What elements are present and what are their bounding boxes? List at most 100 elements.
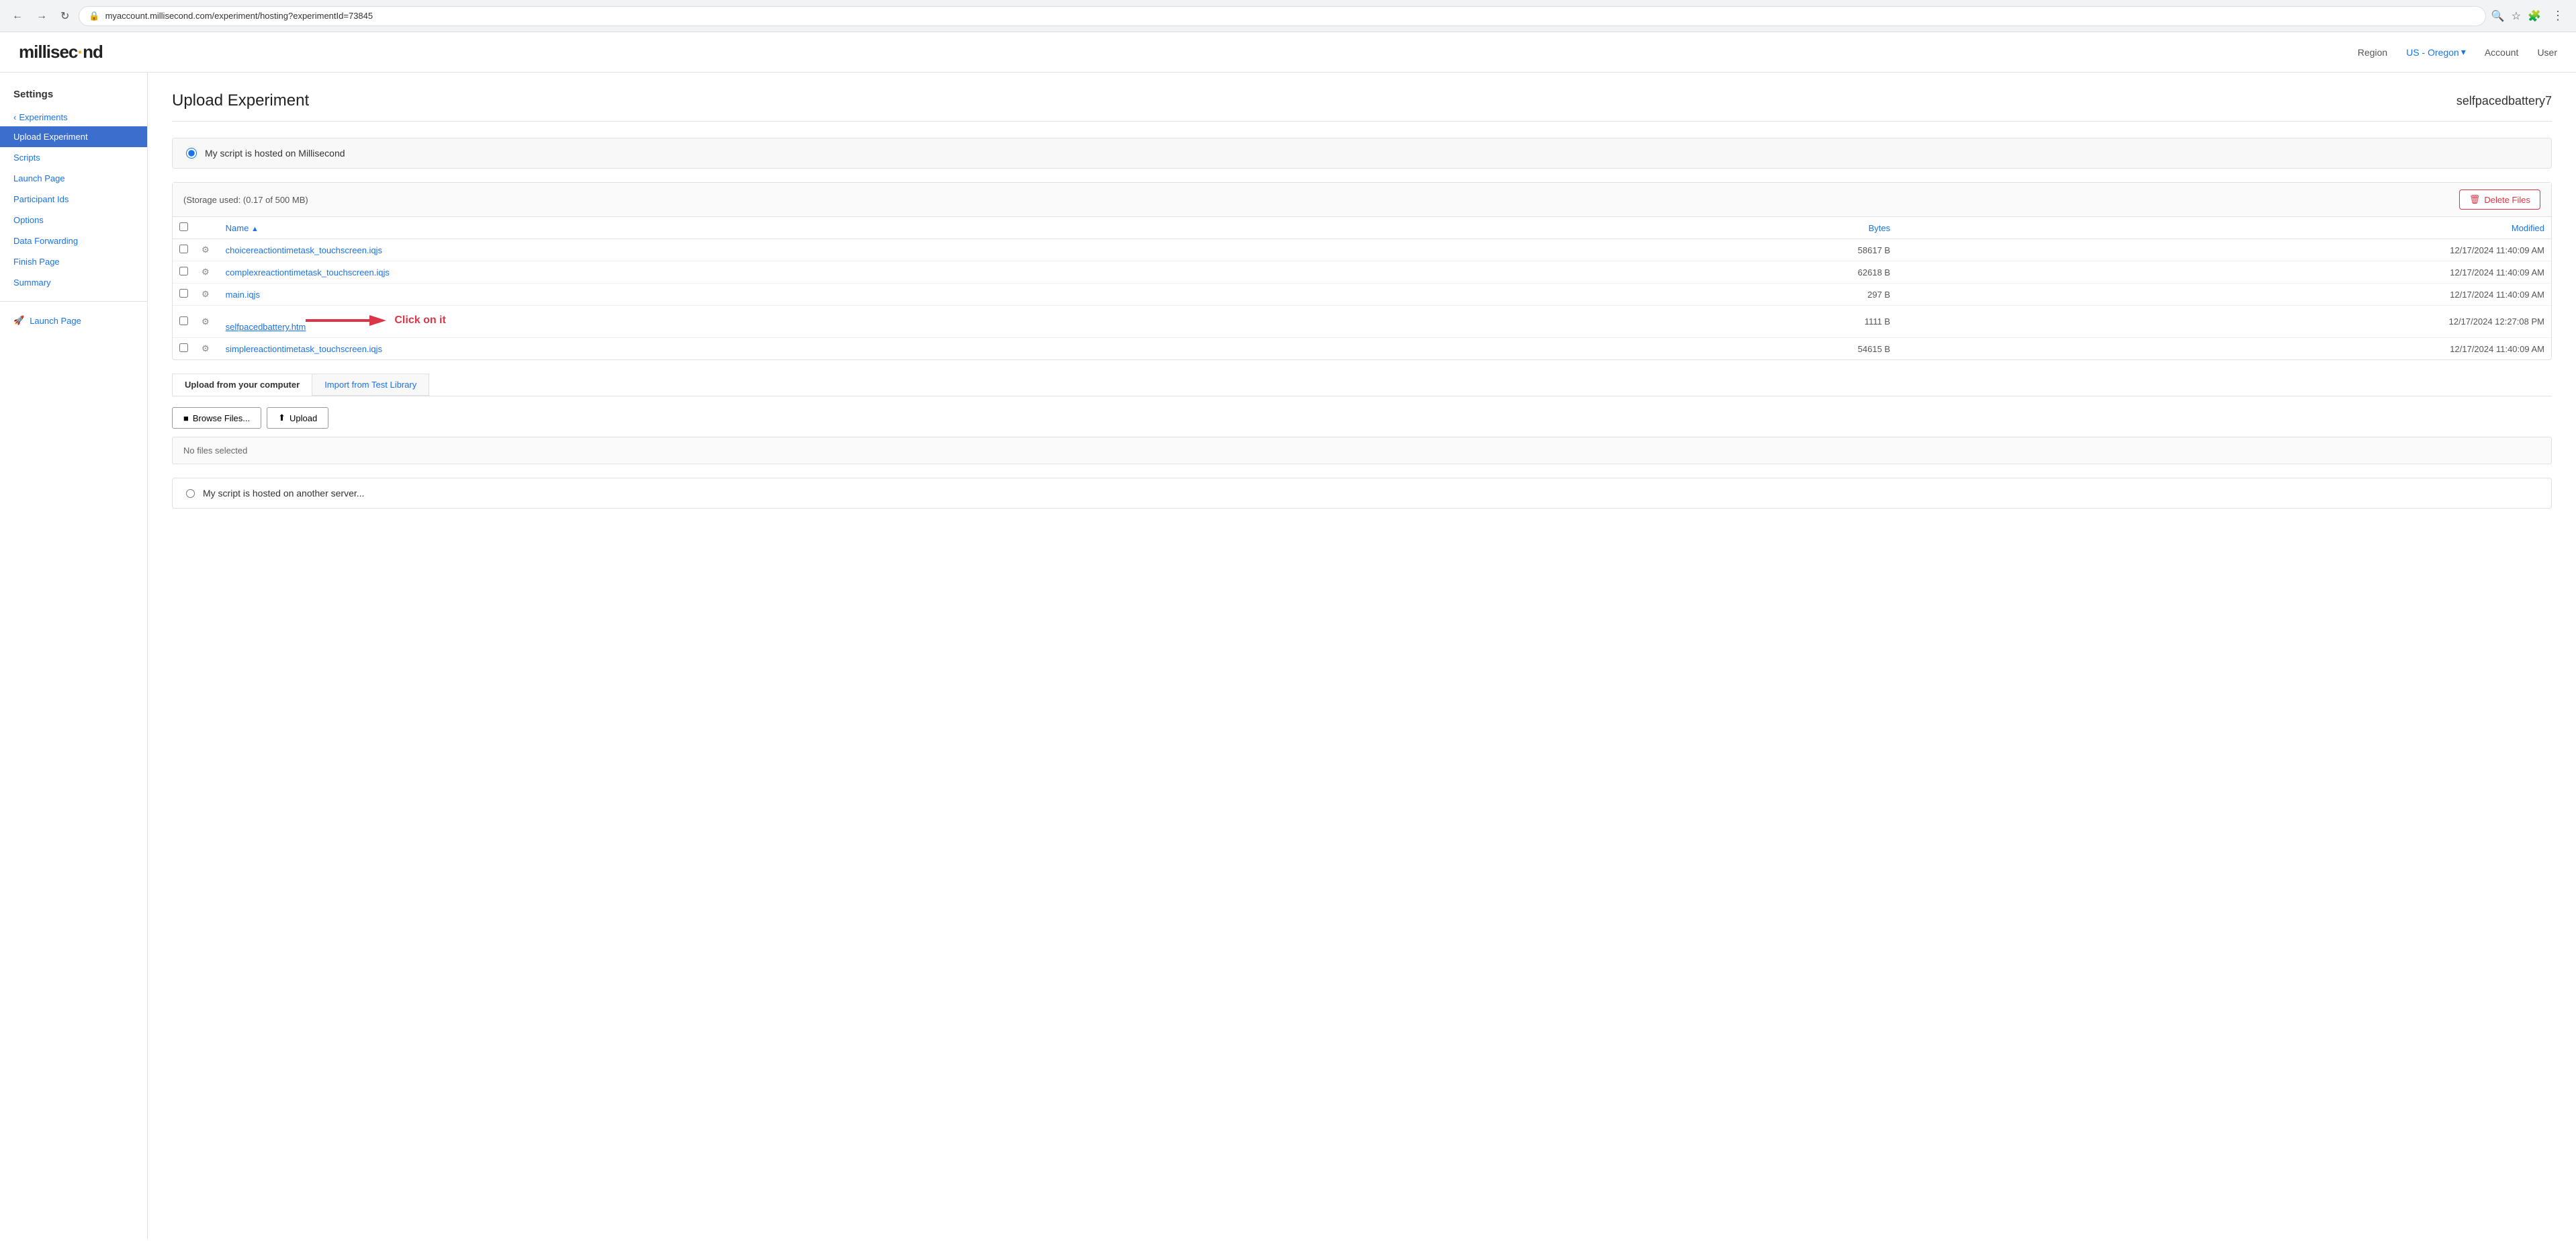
browser-chrome: ← → ↻ 🔒 myaccount.millisecond.com/experi… [0, 0, 2576, 32]
address-bar[interactable]: 🔒 myaccount.millisecond.com/experiment/h… [79, 6, 2485, 26]
logo-dot: · [77, 42, 83, 62]
tab-upload-computer[interactable]: Upload from your computer [172, 374, 312, 396]
trash-icon: 🗑 [2469, 194, 2481, 205]
chevron-down-icon: ▾ [2461, 46, 2466, 58]
upload-buttons: ■ Browse Files... ⬆ Upload [172, 407, 2552, 429]
sidebar: Settings ‹ Experiments Upload Experiment… [0, 73, 148, 1240]
storage-info: (Storage used: (0.17 of 500 MB) [183, 195, 308, 205]
row-checkbox[interactable] [179, 289, 188, 298]
folder-icon: ■ [183, 413, 189, 423]
sidebar-item-finish-page[interactable]: Finish Page [0, 251, 147, 272]
hosted-millisecond-label[interactable]: My script is hosted on Millisecond [205, 148, 345, 159]
sidebar-divider [0, 301, 147, 302]
filename-text: choicereactiontimetask_touchscreen.iqjs [226, 245, 382, 255]
file-table-container: (Storage used: (0.17 of 500 MB) 🗑 Delete… [172, 182, 2552, 360]
gear-icon[interactable]: ⚙ [202, 343, 210, 353]
modified-cell: 12/17/2024 11:40:09 AM [1897, 261, 2551, 284]
menu-button[interactable]: ⋮ [2548, 6, 2568, 26]
browse-files-button[interactable]: ■ Browse Files... [172, 407, 261, 429]
radio-option-other-server: My script is hosted on another server... [172, 478, 2552, 509]
no-files-box: No files selected [172, 437, 2552, 464]
hosted-other-label[interactable]: My script is hosted on another server... [203, 488, 364, 499]
row-checkbox[interactable] [179, 245, 188, 253]
col-name-header[interactable]: Name ▲ [219, 217, 1622, 239]
filename-text: simplereactiontimetask_touchscreen.iqjs [226, 344, 382, 354]
filename-cell: main.iqjs [219, 284, 1622, 306]
app-header: millisec·nd Region US - Oregon ▾ Account… [0, 32, 2576, 73]
sidebar-title: Settings [0, 89, 147, 108]
radio-option-millisecond: My script is hosted on Millisecond [172, 138, 2552, 169]
filename-text: complexreactiontimetask_touchscreen.iqjs [226, 267, 390, 277]
sidebar-launch-page-link[interactable]: 🚀 Launch Page [0, 310, 147, 331]
chevron-left-icon: ‹ [13, 112, 16, 122]
bytes-cell: 58617 B [1622, 239, 1897, 261]
sidebar-item-participant-ids[interactable]: Participant Ids [0, 189, 147, 210]
sidebar-item-options[interactable]: Options [0, 210, 147, 230]
sidebar-item-summary[interactable]: Summary [0, 272, 147, 293]
filename-link[interactable]: selfpacedbattery.htm [226, 322, 306, 332]
no-files-text: No files selected [183, 445, 247, 456]
filename-cell: simplereactiontimetask_touchscreen.iqjs [219, 338, 1622, 360]
page-header: Upload Experiment selfpacedbattery7 [172, 91, 2552, 122]
gear-icon[interactable]: ⚙ [202, 245, 210, 255]
row-checkbox[interactable] [179, 267, 188, 275]
bytes-cell: 54615 B [1622, 338, 1897, 360]
app-body: Settings ‹ Experiments Upload Experiment… [0, 73, 2576, 1240]
upload-tabs: Upload from your computer Import from Te… [172, 374, 2552, 396]
select-all-checkbox[interactable] [179, 222, 188, 231]
delete-files-button[interactable]: 🗑 Delete Files [2459, 189, 2540, 210]
table-row: ⚙ simplereactiontimetask_touchscreen.iqjs… [173, 338, 2551, 360]
bookmark-icon[interactable]: ☆ [2512, 9, 2521, 23]
col-gear-header [195, 217, 219, 239]
gear-icon[interactable]: ⚙ [202, 267, 210, 277]
modified-cell: 12/17/2024 11:40:09 AM [1897, 239, 2551, 261]
experiment-name: selfpacedbattery7 [2456, 94, 2552, 108]
hosted-other-radio[interactable] [186, 489, 195, 498]
row-checkbox[interactable] [179, 343, 188, 352]
search-icon[interactable]: 🔍 [2491, 9, 2505, 23]
file-table-header: (Storage used: (0.17 of 500 MB) 🗑 Delete… [173, 183, 2551, 217]
modified-cell: 12/17/2024 11:40:09 AM [1897, 284, 2551, 306]
gear-icon[interactable]: ⚙ [202, 316, 210, 327]
table-row: ⚙selfpacedbattery.htmClick on it1111 B12… [173, 306, 2551, 338]
filename-cell: selfpacedbattery.htm Click on it [219, 306, 1622, 338]
account-label[interactable]: Account [2485, 47, 2519, 58]
col-bytes-header[interactable]: Bytes [1622, 217, 1897, 239]
col-modified-header[interactable]: Modified [1897, 217, 2551, 239]
filename-cell: complexreactiontimetask_touchscreen.iqjs [219, 261, 1622, 284]
rocket-icon: 🚀 [13, 315, 24, 326]
region-label: Region [2358, 47, 2387, 58]
sidebar-item-scripts[interactable]: Scripts [0, 147, 147, 168]
filename-text: main.iqjs [226, 290, 260, 300]
gear-icon[interactable]: ⚙ [202, 289, 210, 299]
col-checkbox-header [173, 217, 195, 239]
back-to-experiments-link[interactable]: ‹ Experiments [0, 108, 147, 126]
sort-arrow-icon: ▲ [251, 225, 259, 233]
url-text: myaccount.millisecond.com/experiment/hos… [105, 11, 2476, 21]
file-table: Name ▲ Bytes Modified ⚙ choicereactiontim… [173, 217, 2551, 359]
back-button[interactable]: ← [8, 7, 27, 25]
main-content: Upload Experiment selfpacedbattery7 My s… [148, 73, 2576, 1240]
refresh-button[interactable]: ↻ [56, 7, 73, 26]
upload-button[interactable]: ⬆ Upload [267, 407, 328, 429]
table-row: ⚙ complexreactiontimetask_touchscreen.iqj… [173, 261, 2551, 284]
region-value[interactable]: US - Oregon ▾ [2406, 46, 2466, 58]
bytes-cell: 62618 B [1622, 261, 1897, 284]
browser-toolbar: 🔍 ☆ 🧩 ⋮ [2491, 6, 2568, 26]
tab-import-library[interactable]: Import from Test Library [312, 374, 429, 396]
forward-button[interactable]: → [32, 7, 51, 25]
extensions-icon[interactable]: 🧩 [2528, 9, 2541, 23]
page-title: Upload Experiment [172, 91, 309, 110]
click-annotation-text: Click on it [394, 314, 445, 327]
bytes-cell: 297 B [1622, 284, 1897, 306]
sidebar-item-upload-experiment[interactable]: Upload Experiment [0, 126, 147, 147]
hosted-millisecond-radio[interactable] [186, 148, 197, 159]
row-checkbox[interactable] [179, 316, 188, 325]
header-nav: Region US - Oregon ▾ Account User [2358, 46, 2557, 58]
user-label[interactable]: User [2537, 47, 2557, 58]
upload-icon: ⬆ [278, 413, 285, 423]
red-arrow-icon [306, 311, 386, 330]
sidebar-item-launch-page[interactable]: Launch Page [0, 168, 147, 189]
sidebar-item-data-forwarding[interactable]: Data Forwarding [0, 230, 147, 251]
table-row: ⚙ choicereactiontimetask_touchscreen.iqjs… [173, 239, 2551, 261]
